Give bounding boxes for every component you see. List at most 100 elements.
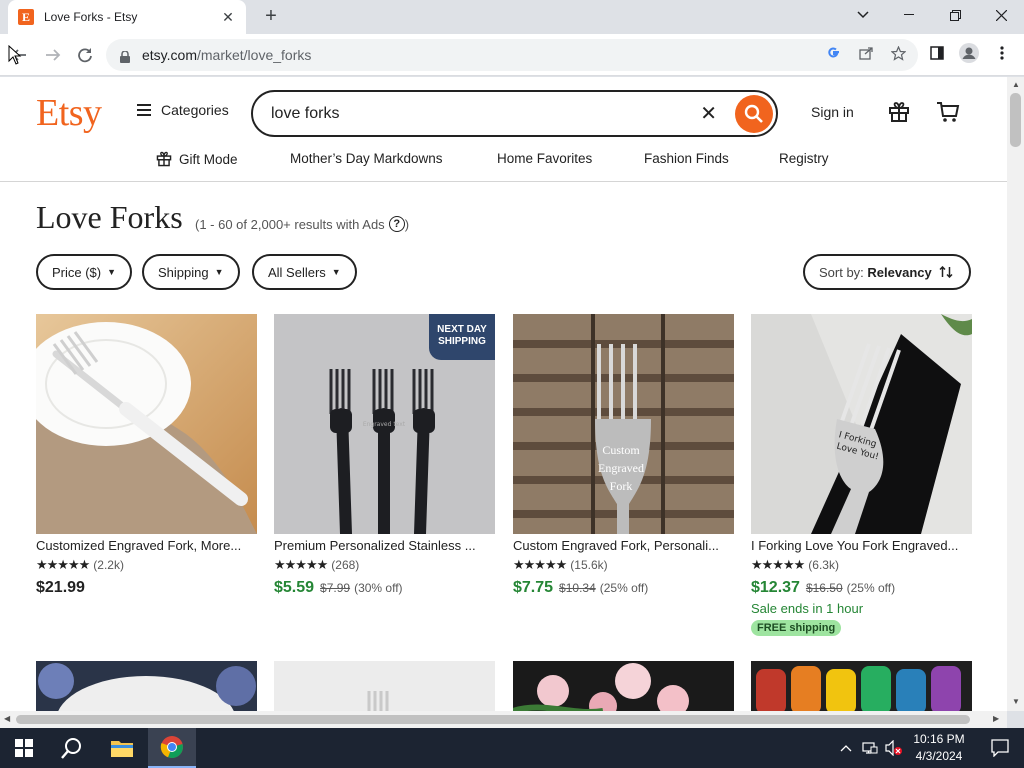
file-explorer-button[interactable] [98, 728, 146, 768]
product-price-row: $12.37 $16.50 (25% off) [751, 579, 972, 597]
search-button[interactable] [735, 94, 773, 133]
restore-button[interactable] [932, 0, 978, 30]
sale-countdown: Sale ends in 1 hour [751, 601, 864, 616]
folder-icon [111, 741, 133, 757]
product-title[interactable]: Custom Engraved Fork, Personali... [513, 538, 734, 553]
mouse-cursor-icon [8, 45, 22, 65]
horizontal-scroll-thumb[interactable] [16, 715, 970, 724]
profile-avatar-icon[interactable] [959, 43, 979, 63]
product-card[interactable]: I Forking Love You! I Forking Love You F… [751, 314, 972, 636]
vertical-scrollbar[interactable]: ▲ ▼ [1007, 77, 1024, 711]
tab-search-chevron-icon[interactable] [840, 0, 886, 30]
vertical-scroll-thumb[interactable] [1010, 93, 1021, 147]
product-image[interactable] [36, 314, 257, 534]
nav-registry[interactable]: Registry [779, 151, 829, 166]
clock-date: 4/3/2024 [915, 749, 963, 763]
nav-home-favorites[interactable]: Home Favorites [497, 151, 592, 166]
product-price: $7.75 [513, 579, 554, 596]
scroll-up-arrow-icon[interactable]: ▲ [1012, 80, 1020, 89]
reload-button[interactable] [72, 42, 98, 68]
sign-in-link[interactable]: Sign in [811, 104, 854, 120]
share-icon[interactable] [856, 43, 876, 63]
show-hidden-icons-chevron-icon[interactable] [834, 728, 858, 768]
minimize-button[interactable] [886, 0, 932, 30]
system-clock[interactable]: 10:16 PM 4/3/2024 [906, 731, 972, 765]
caret-down-icon: ▼ [107, 267, 117, 277]
rating-stars-icon: ★★★★★ [36, 557, 90, 572]
svg-text:Fork: Fork [610, 479, 633, 493]
product-card[interactable] [36, 661, 257, 711]
nav-gift-mode[interactable]: Gift Mode [156, 151, 238, 167]
nav-fashion-finds[interactable]: Fashion Finds [644, 151, 729, 166]
product-card[interactable]: Customized Engraved Fork, More... ★★★★★ … [36, 314, 257, 597]
network-icon[interactable] [858, 728, 882, 768]
volume-muted-icon[interactable] [882, 728, 906, 768]
product-card[interactable] [513, 661, 734, 711]
browser-tab[interactable]: E Love Forks - Etsy ✕ [8, 0, 246, 34]
gift-icon[interactable] [888, 101, 910, 123]
product-price: $21.99 [36, 579, 85, 596]
lock-icon[interactable] [120, 50, 130, 63]
horizontal-scrollbar[interactable]: ◀ ▶ [0, 711, 1007, 728]
gift-mode-icon [156, 151, 172, 167]
product-price: $12.37 [751, 579, 800, 596]
svg-text:Engraved: Engraved [598, 461, 644, 475]
bookmark-star-icon[interactable] [888, 43, 908, 63]
svg-text:Custom: Custom [602, 443, 640, 457]
review-count: (6.3k) [808, 558, 839, 572]
side-panel-icon[interactable] [927, 43, 947, 63]
chrome-icon [160, 736, 183, 759]
results-count: (1 - 60 of 2,000+ results with Ads ? ) [195, 216, 410, 232]
search-taskbar-button[interactable] [48, 728, 96, 768]
cart-icon[interactable] [936, 101, 960, 123]
scroll-left-arrow-icon[interactable]: ◀ [4, 714, 10, 723]
search-bar: love forks ✕ [251, 90, 778, 137]
windows-taskbar: 10:16 PM 4/3/2024 [0, 728, 1024, 768]
sort-button[interactable]: Sort by: Relevancy [803, 254, 971, 290]
price-filter-button[interactable]: Price ($) ▼ [36, 254, 133, 290]
rating-stars-icon: ★★★★★ [513, 557, 567, 572]
scroll-down-arrow-icon[interactable]: ▼ [1012, 697, 1020, 706]
product-rating: ★★★★★ (268) [274, 557, 495, 573]
rating-stars-icon: ★★★★★ [274, 557, 328, 572]
product-image[interactable]: I Forking Love You! [751, 314, 972, 534]
product-card[interactable] [274, 661, 495, 711]
close-tab-icon[interactable]: ✕ [220, 9, 236, 26]
browser-menu-icon[interactable] [992, 43, 1012, 63]
categories-button[interactable]: Categories [137, 102, 229, 118]
address-bar[interactable]: etsy.com/market/love_forks [106, 39, 918, 71]
chrome-taskbar-button[interactable] [148, 728, 196, 768]
shipping-filter-button[interactable]: Shipping ▼ [142, 254, 240, 290]
product-image [36, 661, 257, 711]
forward-button[interactable] [40, 42, 66, 68]
product-price-row: $21.99 [36, 579, 257, 597]
product-card[interactable]: Custom Engraved Fork Custom Engraved For… [513, 314, 734, 597]
search-input[interactable]: love forks [271, 105, 700, 123]
ads-help-icon[interactable]: ? [388, 216, 405, 232]
browser-toolbar: etsy.com/market/love_forks [0, 34, 1024, 76]
next-day-shipping-badge: NEXT DAY SHIPPING [429, 314, 495, 360]
nav-mothers-day-markdowns[interactable]: Mother’s Day Markdowns [290, 151, 443, 166]
notification-center-icon[interactable] [976, 728, 1024, 768]
close-window-button[interactable] [978, 0, 1024, 30]
google-lens-icon[interactable] [824, 43, 844, 63]
product-image [751, 661, 972, 711]
product-image[interactable]: Custom Engraved Fork [513, 314, 734, 534]
product-image[interactable]: Engraved text NEXT DAY SHIPPING [274, 314, 495, 534]
caret-down-icon: ▼ [214, 267, 224, 277]
product-title[interactable]: Customized Engraved Fork, More... [36, 538, 257, 553]
product-image [274, 661, 495, 711]
scroll-right-arrow-icon[interactable]: ▶ [993, 714, 999, 723]
etsy-logo[interactable]: Etsy [36, 91, 102, 135]
product-card[interactable]: Engraved text NEXT DAY SHIPPING Premium … [274, 314, 495, 597]
product-title[interactable]: Premium Personalized Stainless ... [274, 538, 495, 553]
product-title[interactable]: I Forking Love You Fork Engraved... [751, 538, 972, 553]
original-price: $16.50 [805, 581, 843, 595]
product-card[interactable] [751, 661, 972, 711]
product-price-row: $7.75 $10.34 (25% off) [513, 579, 734, 597]
clear-search-icon[interactable]: ✕ [700, 101, 717, 126]
new-tab-button[interactable]: + [260, 6, 282, 28]
start-button[interactable] [0, 728, 48, 768]
sellers-filter-button[interactable]: All Sellers ▼ [252, 254, 357, 290]
sort-arrows-icon [939, 266, 953, 278]
